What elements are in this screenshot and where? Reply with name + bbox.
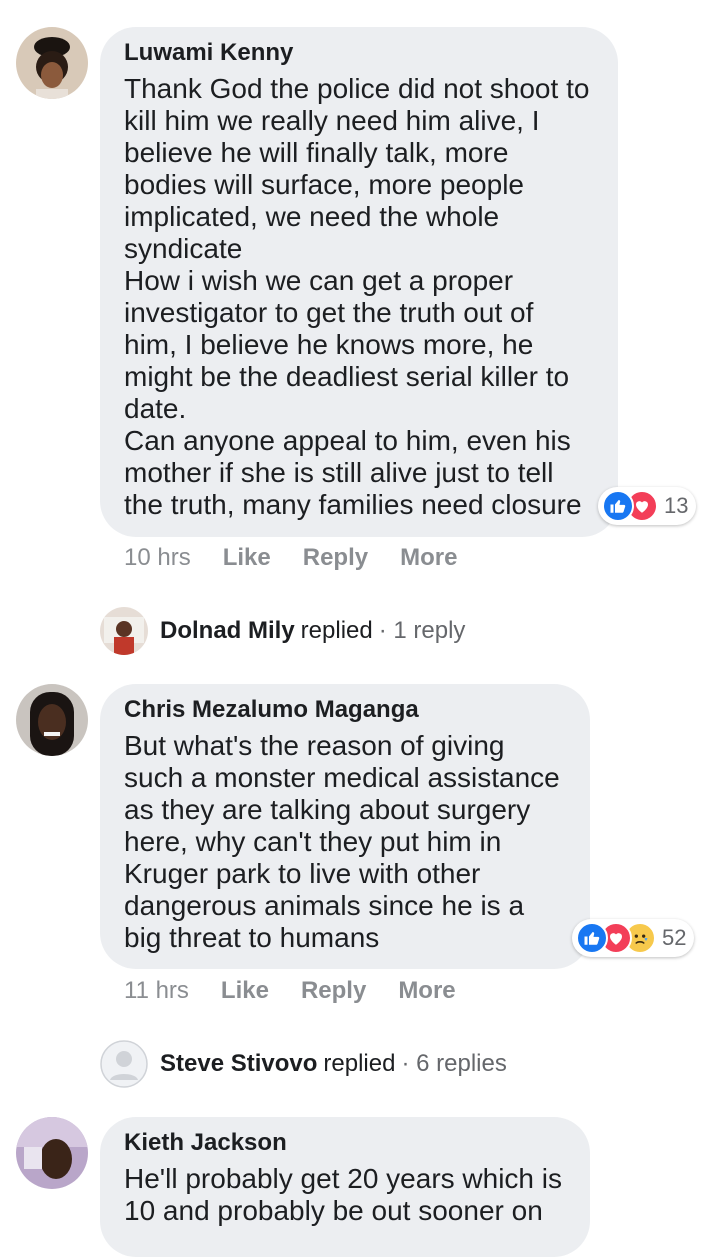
commenter-name[interactable]: Chris Mezalumo Maganga bbox=[124, 694, 566, 726]
like-button[interactable]: Like bbox=[223, 544, 271, 572]
like-reaction-icon bbox=[576, 922, 608, 954]
comment-timestamp[interactable]: 10 hrs bbox=[124, 544, 191, 572]
reply-button[interactable]: Reply bbox=[303, 544, 368, 572]
commenter-avatar[interactable] bbox=[16, 684, 88, 756]
reply-avatar bbox=[100, 607, 148, 655]
like-reaction-icon bbox=[602, 490, 634, 522]
reply-button[interactable]: Reply bbox=[301, 977, 366, 1005]
replies-link[interactable]: Dolnad Mily replied · 1 reply bbox=[100, 607, 465, 655]
commenter-avatar[interactable] bbox=[16, 27, 88, 99]
comment-actions: 11 hrs Like Reply More bbox=[124, 977, 488, 1005]
comment-text: Thank God the police did not shoot to ki… bbox=[124, 73, 590, 520]
comment-timestamp[interactable]: 11 hrs bbox=[124, 977, 189, 1005]
more-button[interactable]: More bbox=[400, 544, 457, 572]
comment-text: He'll probably get 20 years which is 10 … bbox=[124, 1163, 563, 1226]
reaction-count: 13 bbox=[664, 493, 689, 518]
comment-text: But what's the reason of giving such a m… bbox=[124, 730, 560, 953]
reply-count[interactable]: · 6 replies bbox=[401, 1050, 506, 1078]
comment-bubble: Luwami Kenny Thank God the police did no… bbox=[100, 27, 618, 537]
more-button[interactable]: More bbox=[398, 977, 455, 1005]
reply-author-name[interactable]: Dolnad Mily bbox=[160, 617, 295, 645]
reaction-summary[interactable]: 13 bbox=[598, 487, 697, 525]
reaction-summary[interactable]: 52 bbox=[572, 919, 695, 957]
reply-verb: replied bbox=[300, 617, 373, 644]
replies-link[interactable]: Steve Stivovo replied · 6 replies bbox=[100, 1040, 507, 1088]
commenter-name[interactable]: Kieth Jackson bbox=[124, 1127, 566, 1159]
commenter-name[interactable]: Luwami Kenny bbox=[124, 37, 594, 69]
like-button[interactable]: Like bbox=[221, 977, 269, 1005]
commenter-avatar[interactable] bbox=[16, 1117, 88, 1189]
reaction-count: 52 bbox=[662, 925, 687, 950]
comment-bubble: Kieth Jackson He'll probably get 20 year… bbox=[100, 1117, 590, 1257]
comment-actions: 10 hrs Like Reply More bbox=[124, 544, 489, 572]
reply-author-name[interactable]: Steve Stivovo bbox=[160, 1050, 317, 1078]
reply-verb: replied bbox=[323, 1050, 396, 1077]
reply-count[interactable]: · 1 reply bbox=[379, 617, 466, 645]
comment-bubble: Chris Mezalumo Maganga But what's the re… bbox=[100, 684, 590, 969]
reply-avatar bbox=[100, 1040, 148, 1088]
